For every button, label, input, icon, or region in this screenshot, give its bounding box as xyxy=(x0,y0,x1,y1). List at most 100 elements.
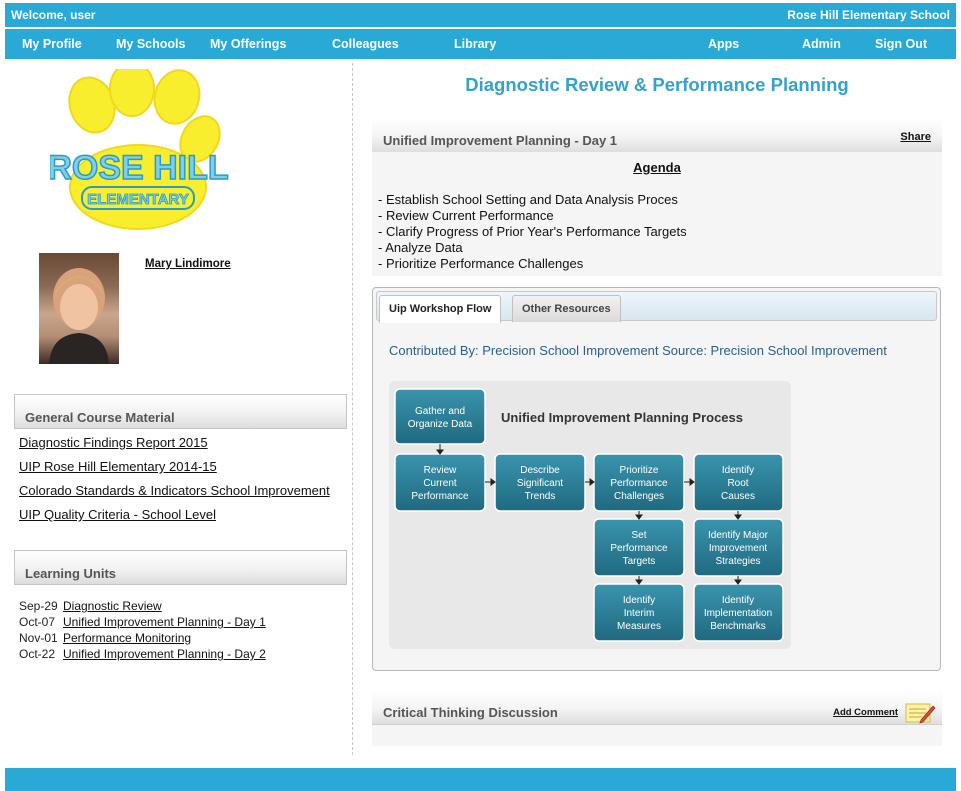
learning-units-header: Learning Units xyxy=(14,550,347,585)
svg-text:Strategies: Strategies xyxy=(715,556,760,567)
unit-link[interactable]: Unified Improvement Planning - Day 2 xyxy=(63,647,266,661)
svg-text:Root: Root xyxy=(727,478,748,489)
uip-process-diagram: Unified Improvement Planning Process Gat… xyxy=(389,381,791,649)
list-item: Sep-29 Diagnostic Review xyxy=(19,598,266,614)
svg-text:Review: Review xyxy=(424,465,458,476)
tab-strip: Uip Workshop Flow Other Resources xyxy=(376,291,937,323)
unit-date: Oct-07 xyxy=(19,615,56,629)
set-targets-box: Set Performance Targets xyxy=(593,518,685,577)
share-link[interactable]: Share xyxy=(900,131,931,143)
svg-text:Significant: Significant xyxy=(517,478,563,489)
general-material-header: General Course Material xyxy=(14,394,347,429)
nav-colleagues[interactable]: Colleagues xyxy=(332,37,399,51)
resources-tab-panel: Uip Workshop Flow Other Resources Contri… xyxy=(372,287,941,671)
root-causes-box: Identify Root Causes xyxy=(693,453,784,512)
day1-panel-header: Unified Improvement Planning - Day 1 Sha… xyxy=(372,118,942,153)
svg-text:Performance: Performance xyxy=(411,491,469,502)
svg-text:Measures: Measures xyxy=(617,621,661,632)
describe-trends-box: Describe Significant Trends xyxy=(494,453,586,512)
unit-link[interactable]: Performance Monitoring xyxy=(63,631,191,645)
main-nav: My Profile My Schools My Offerings Colle… xyxy=(5,29,956,59)
agenda-item: - Establish School Setting and Data Anal… xyxy=(378,192,678,207)
discussion-panel-header: Critical Thinking Discussion Add Comment xyxy=(372,690,942,725)
page-title: Diagnostic Review & Performance Planning xyxy=(465,74,849,95)
list-item: Nov-01 Performance Monitoring xyxy=(19,630,266,646)
welcome-text: Welcome, user xyxy=(11,8,96,22)
general-material-list: Diagnostic Findings Report 2015 UIP Rose… xyxy=(19,431,330,527)
nav-my-offerings[interactable]: My Offerings xyxy=(210,37,286,51)
svg-text:Causes: Causes xyxy=(721,491,755,502)
school-logo: ROSE HILL ELEMENTARY xyxy=(50,69,229,230)
nav-apps[interactable]: Apps xyxy=(708,37,739,51)
svg-text:Benchmarks: Benchmarks xyxy=(710,621,766,632)
day1-panel-title: Unified Improvement Planning - Day 1 xyxy=(383,133,618,148)
list-item: Oct-22 Unified Improvement Planning - Day… xyxy=(19,646,266,662)
agenda-item: - Analyze Data xyxy=(378,240,463,255)
tab-uip-workshop-flow[interactable]: Uip Workshop Flow xyxy=(379,295,502,323)
nav-sign-out[interactable]: Sign Out xyxy=(875,37,927,51)
agenda-item: - Prioritize Performance Challenges xyxy=(378,256,584,271)
interim-measures-box: Identify Interim Measures xyxy=(593,583,685,642)
svg-text:Targets: Targets xyxy=(623,556,656,567)
top-bar: Welcome, user Rose Hill Elementary Schoo… xyxy=(5,3,956,27)
svg-text:Identify: Identify xyxy=(722,465,754,476)
improvement-strategies-box: Identify Major Improvement Strategies xyxy=(693,518,784,577)
add-comment-link[interactable]: Add Comment xyxy=(833,707,898,718)
diagram-title: Unified Improvement Planning Process xyxy=(501,410,743,425)
agenda-item: - Clarify Progress of Prior Year's Perfo… xyxy=(378,224,687,239)
profile-photo xyxy=(39,253,119,364)
svg-text:Implementation: Implementation xyxy=(704,608,772,619)
list-item: Oct-07 Unified Improvement Planning - Day… xyxy=(19,614,266,630)
agenda-list: - Establish School Setting and Data Anal… xyxy=(378,192,687,272)
material-link[interactable]: Colorado Standards & Indicators School I… xyxy=(19,479,330,503)
svg-text:Performance: Performance xyxy=(610,543,668,554)
contributed-by-text: Contributed By: Precision School Improve… xyxy=(389,343,887,358)
material-link[interactable]: Diagnostic Findings Report 2015 xyxy=(19,431,330,455)
nav-my-schools[interactable]: My Schools xyxy=(116,37,185,51)
discussion-panel-body xyxy=(372,725,942,746)
general-material-title: General Course Material xyxy=(25,410,175,425)
agenda-item: - Review Current Performance xyxy=(378,208,554,223)
learning-units-list: Sep-29 Diagnostic Review Oct-07 Unified Im… xyxy=(19,598,266,662)
svg-text:Set: Set xyxy=(631,530,646,541)
material-link[interactable]: UIP Rose Hill Elementary 2014-15 xyxy=(19,455,330,479)
svg-text:Identify: Identify xyxy=(623,595,655,606)
unit-date: Nov-01 xyxy=(19,631,58,645)
review-performance-box: Review Current Performance xyxy=(394,453,486,512)
unit-date: Sep-29 xyxy=(19,599,58,613)
nav-admin[interactable]: Admin xyxy=(802,37,841,51)
svg-text:Performance: Performance xyxy=(610,478,668,489)
svg-text:Describe: Describe xyxy=(520,465,560,476)
agenda-box: Agenda - Establish School Setting and Da… xyxy=(372,152,942,276)
unit-date: Oct-22 xyxy=(19,647,56,661)
add-comment-icon[interactable] xyxy=(904,701,936,725)
agenda-title: Agenda xyxy=(633,160,681,175)
svg-text:Identify: Identify xyxy=(722,595,754,606)
logo-line1: ROSE HILL xyxy=(50,149,229,187)
material-link[interactable]: UIP Quality Criteria - School Level xyxy=(19,503,330,527)
nav-library[interactable]: Library xyxy=(454,37,496,51)
svg-text:Organize Data: Organize Data xyxy=(408,419,473,430)
svg-text:Prioritize: Prioritize xyxy=(620,465,659,476)
prioritize-challenges-box: Prioritize Performance Challenges xyxy=(593,453,685,512)
svg-text:Trends: Trends xyxy=(525,491,556,502)
school-name: Rose Hill Elementary School xyxy=(787,8,950,22)
implementation-benchmarks-box: Identify Implementation Benchmarks xyxy=(693,583,784,642)
nav-my-profile[interactable]: My Profile xyxy=(22,37,82,51)
gather-data-box: Gather and Organize Data xyxy=(394,388,486,445)
logo-line2: ELEMENTARY xyxy=(87,191,189,208)
svg-text:Identify Major: Identify Major xyxy=(708,530,769,541)
profile-name-link[interactable]: Mary Lindimore xyxy=(145,258,231,270)
footer-bar xyxy=(5,768,956,791)
learning-units-title: Learning Units xyxy=(25,566,117,581)
svg-text:Improvement: Improvement xyxy=(709,543,768,554)
svg-text:Interim: Interim xyxy=(624,608,655,619)
unit-link[interactable]: Diagnostic Review xyxy=(63,599,162,613)
svg-text:Current: Current xyxy=(423,478,457,489)
tab-other-resources[interactable]: Other Resources xyxy=(512,295,621,322)
svg-text:Gather and: Gather and xyxy=(415,406,465,417)
svg-text:Challenges: Challenges xyxy=(614,491,664,502)
unit-link[interactable]: Unified Improvement Planning - Day 1 xyxy=(63,615,266,629)
column-divider xyxy=(352,63,353,755)
discussion-panel-title: Critical Thinking Discussion xyxy=(383,705,558,720)
